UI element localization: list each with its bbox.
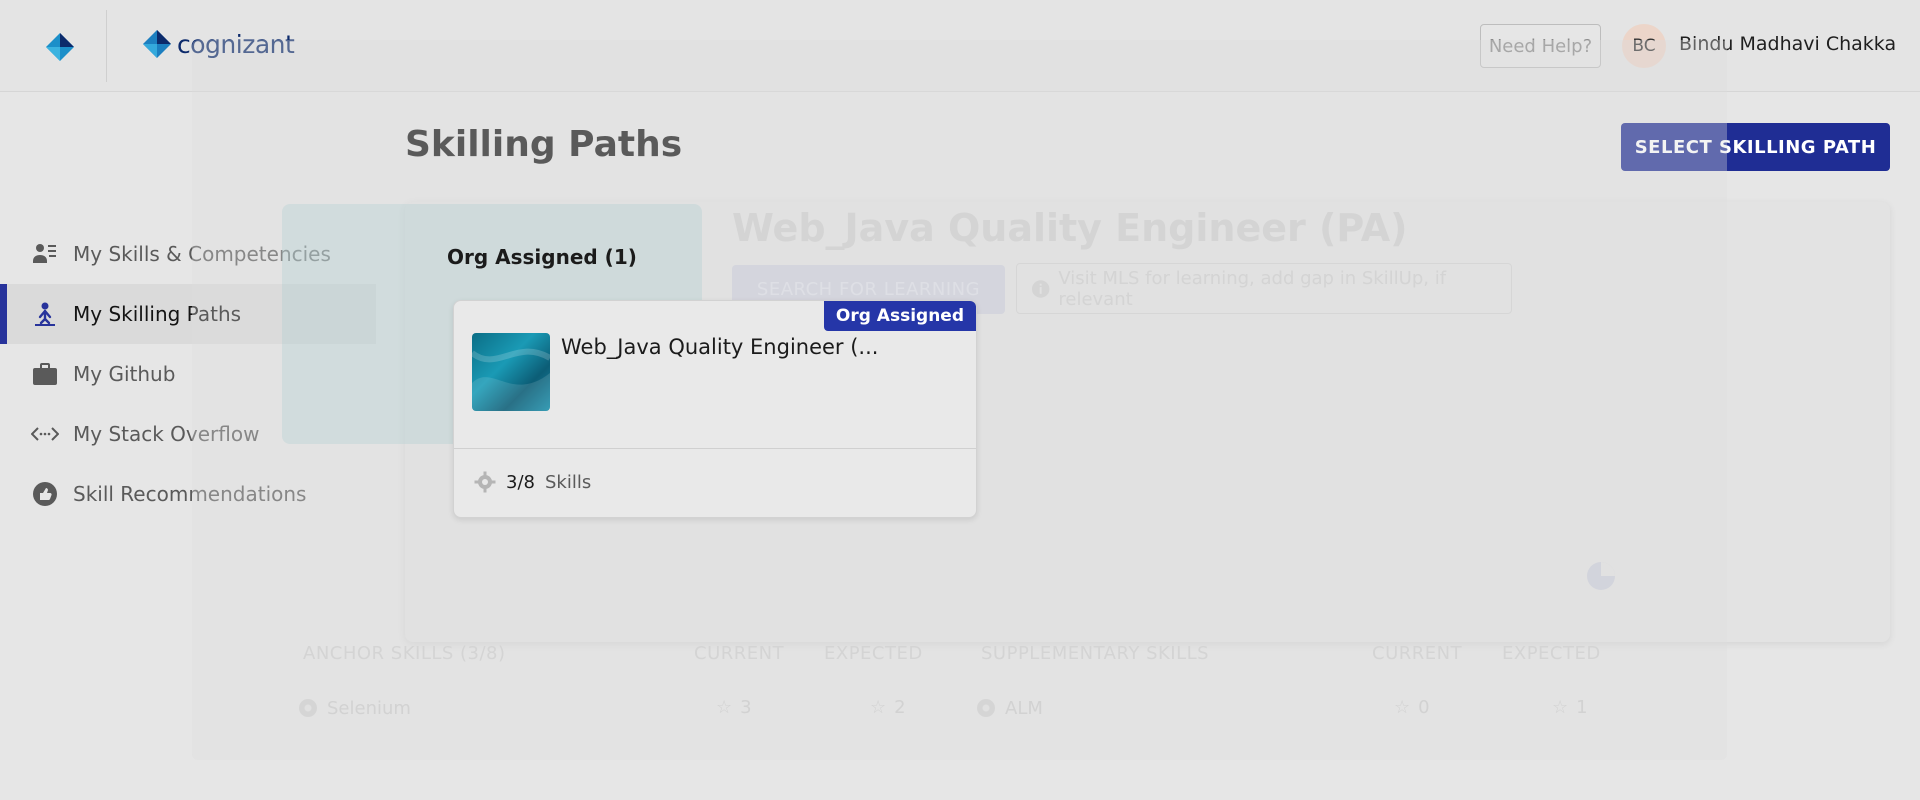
pie-chart-icon[interactable] xyxy=(1585,560,1617,592)
anchor-current-value: 3 xyxy=(740,697,752,718)
need-help-button[interactable]: Need Help? xyxy=(1480,24,1601,68)
path-card-title: Web_Java Quality Engineer (... xyxy=(561,335,879,359)
anchor-expected-value: 2 xyxy=(894,697,906,718)
sidebar: My Skills & Competencies My Skilling Pat… xyxy=(0,92,376,800)
cognizant-logo: cognizant xyxy=(141,28,295,60)
sidebar-item-label: My Stack Overflow xyxy=(73,422,260,446)
skills-count: 3/8 xyxy=(506,471,535,493)
page-title: Skilling Paths xyxy=(405,124,683,165)
path-thumbnail xyxy=(472,333,550,411)
star-half-icon: ☆ xyxy=(870,697,887,718)
skills-label: Skills xyxy=(544,471,592,493)
star-icon: ☆ xyxy=(716,697,733,718)
header-divider xyxy=(106,10,107,82)
sidebar-item-label: My Skilling Paths xyxy=(73,302,242,326)
code-arrows-icon xyxy=(31,420,59,448)
person-path-icon xyxy=(31,300,59,328)
anchor-skills-header: ANCHOR SKILLS (3/8) xyxy=(303,643,506,664)
briefcase-icon xyxy=(31,360,59,388)
app-logo-icon[interactable] xyxy=(43,30,77,64)
brand-text: cognizant xyxy=(177,29,295,59)
info-icon xyxy=(1031,279,1050,298)
anchor-current-rating: ☆ 3 xyxy=(716,697,752,718)
star-half-icon: ☆ xyxy=(1552,697,1569,718)
sidebar-item-skill-recommendations[interactable]: Skill Recommendations xyxy=(0,464,376,524)
supplementary-skills-header: SUPPLEMENTARY SKILLS xyxy=(981,643,1210,664)
anchor-skill-row: Selenium xyxy=(297,697,411,719)
user-name[interactable]: Bindu Madhavi Chakka xyxy=(1679,33,1896,55)
path-detail-title: Web_Java Quality Engineer (PA) xyxy=(732,206,1408,250)
star-icon: ☆ xyxy=(1394,697,1411,718)
anchor-skill-name: Selenium xyxy=(327,697,411,719)
anchor-expected-rating: ☆ 2 xyxy=(870,697,906,718)
top-header: cognizant Need Help? BC Bindu Madhavi Ch… xyxy=(0,0,1920,92)
info-note-text: Visit MLS for learning, add gap in Skill… xyxy=(1058,267,1447,310)
org-assigned-badge: Org Assigned xyxy=(823,301,976,331)
cognizant-mark-icon xyxy=(143,30,171,58)
supp-skill-name: ALM xyxy=(1005,697,1043,719)
anchor-expected-header: EXPECTED xyxy=(824,643,923,664)
gear-icon xyxy=(299,699,317,717)
card-footer: 3/8 Skills xyxy=(474,471,591,493)
supp-current-value: 0 xyxy=(1418,697,1430,718)
org-assigned-heading: Org Assigned (1) xyxy=(447,245,637,269)
supp-expected-value: 1 xyxy=(1576,697,1588,718)
skilling-path-card[interactable]: Org Assigned Web_Java Quality Engineer (… xyxy=(453,300,977,518)
gear-icon xyxy=(474,471,496,493)
sidebar-item-label: My Github xyxy=(73,362,176,386)
supp-current-rating: ☆ 0 xyxy=(1394,697,1430,718)
info-note: Visit MLS for learning, add gap in Skill… xyxy=(1016,263,1512,314)
sidebar-item-label: Skill Recommendations xyxy=(73,482,307,506)
supp-skill-row: ALM xyxy=(975,697,1043,719)
anchor-current-header: CURRENT xyxy=(694,643,785,664)
card-divider xyxy=(454,448,976,449)
people-skills-icon xyxy=(31,240,59,268)
gear-icon xyxy=(977,699,995,717)
supp-expected-rating: ☆ 1 xyxy=(1552,697,1588,718)
supp-current-header: CURRENT xyxy=(1372,643,1463,664)
select-skilling-path-button[interactable]: SELECT SKILLING PATH xyxy=(1621,123,1890,171)
avatar[interactable]: BC xyxy=(1622,24,1666,68)
thumbs-up-icon xyxy=(31,480,59,508)
supp-expected-header: EXPECTED xyxy=(1502,643,1601,664)
